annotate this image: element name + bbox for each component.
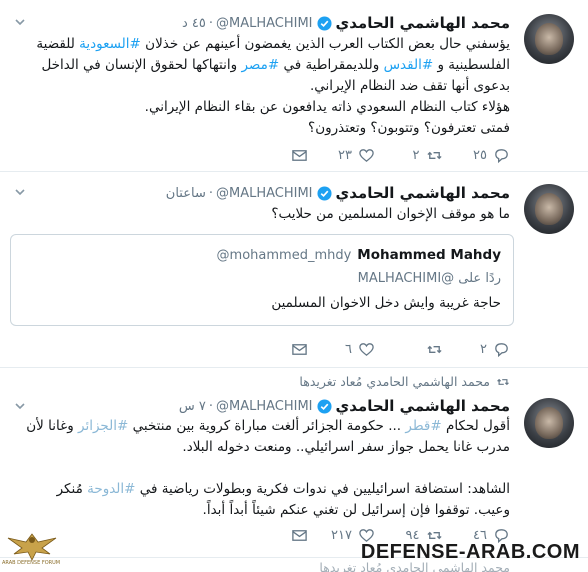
avatar[interactable]	[524, 184, 574, 234]
verified-icon	[316, 185, 332, 201]
dm-icon	[291, 149, 307, 161]
quote-author-name: Mohammed Mahdy	[357, 247, 501, 263]
hashtag-link[interactable]: #قطر	[405, 418, 441, 434]
hashtag-link[interactable]: #القدس	[384, 57, 434, 73]
tweet-time[interactable]: ٤٥ د	[182, 16, 206, 31]
dm-icon	[291, 343, 307, 355]
chevron-down-icon[interactable]	[14, 186, 26, 198]
logo-caption: ARAB DEFENSE FORUM	[2, 560, 61, 566]
tweet-actions: ٢ ٦	[240, 338, 510, 360]
author-handle[interactable]: @MALHACHIMI	[216, 399, 313, 414]
retweet-icon	[426, 151, 442, 159]
like-icon	[359, 148, 374, 162]
chevron-down-icon[interactable]	[14, 16, 26, 28]
quote-author-handle: @mohammed_mhdy	[216, 247, 352, 263]
reply-icon	[495, 148, 508, 163]
quote-text: حاجة غريبة وايش دخل الاخوان المسلمين	[271, 295, 501, 311]
tweet-time[interactable]: ٧ س	[179, 399, 206, 414]
author-handle[interactable]: @MALHACHIMI	[216, 186, 313, 201]
author-name[interactable]: محمد الهاشمي الحامدي	[336, 184, 510, 202]
tweet-text: يؤسفني حال بعض الكتاب العرب الذين يغمضون…	[36, 36, 510, 136]
tweet-time[interactable]: ساعتان	[166, 186, 206, 201]
avatar[interactable]	[524, 398, 574, 448]
retweet-button[interactable]: ٢	[375, 147, 443, 164]
chevron-down-icon[interactable]	[14, 400, 26, 412]
tweet-header: محمد الهاشمي الحامدي @MALHACHIMI · ٤٥ د	[181, 14, 510, 32]
retweet-button[interactable]	[375, 341, 443, 358]
retweet-context[interactable]: محمد الهاشمي الحامدي مُعاد تغريدها	[299, 374, 510, 389]
tweet[interactable]: محمد الهاشمي الحامدي @MALHACHIMI · ساعتا…	[0, 172, 588, 368]
dm-icon	[291, 529, 307, 541]
retweet-icon	[426, 345, 442, 353]
quote-header: Mohammed Mahdy @mohammed_mhdy	[217, 247, 501, 263]
verified-icon	[316, 398, 332, 414]
author-handle[interactable]: @MALHACHIMI	[216, 16, 313, 31]
hashtag-link[interactable]: #السعودية	[79, 36, 141, 52]
tweet[interactable]: محمد الهاشمي الحامدي مُعاد تغريدها محمد …	[0, 368, 588, 558]
retweet-icon	[497, 378, 509, 385]
dm-button[interactable]	[240, 341, 308, 358]
reply-button[interactable]: ٢	[443, 341, 511, 358]
reply-button[interactable]: ٢٥	[443, 147, 511, 164]
tweet-actions: ٢٥ ٢ ٢٣	[240, 144, 510, 166]
tweet-header: محمد الهاشمي الحامدي @MALHACHIMI · ٧ س	[178, 397, 510, 415]
dm-button[interactable]	[240, 527, 308, 544]
avatar[interactable]	[524, 14, 574, 64]
reply-icon	[495, 342, 508, 357]
quote-reply-to: ردًا على @MALHACHIMI	[357, 271, 501, 286]
like-icon	[359, 342, 374, 356]
tweet-header: محمد الهاشمي الحامدي @MALHACHIMI · ساعتا…	[165, 184, 510, 202]
verified-icon	[316, 15, 332, 31]
tweet-text: ما هو موقف الإخوان المسلمين من حلايب؟	[271, 206, 510, 222]
hashtag-link[interactable]: #الدوحة	[87, 481, 135, 497]
author-name[interactable]: محمد الهاشمي الحامدي	[336, 397, 510, 415]
quoted-tweet[interactable]: Mohammed Mahdy @mohammed_mhdy ردًا على @…	[10, 234, 514, 326]
like-button[interactable]: ٦	[308, 341, 376, 358]
tweet-text: أقول لحكام #قطر ... حكومة الجزائر ألغت م…	[26, 418, 510, 518]
author-name[interactable]: محمد الهاشمي الحامدي	[336, 14, 510, 32]
tweet[interactable]: محمد الهاشمي الحامدي @MALHACHIMI · ٤٥ د …	[0, 0, 588, 172]
like-button[interactable]: ٢٣	[308, 147, 376, 164]
hashtag-link[interactable]: #مصر	[241, 57, 279, 73]
dm-button[interactable]	[240, 147, 308, 164]
hashtag-link[interactable]: #الجزائر	[78, 418, 128, 434]
site-watermark: DEFENSE-ARAB.COM	[360, 541, 580, 563]
